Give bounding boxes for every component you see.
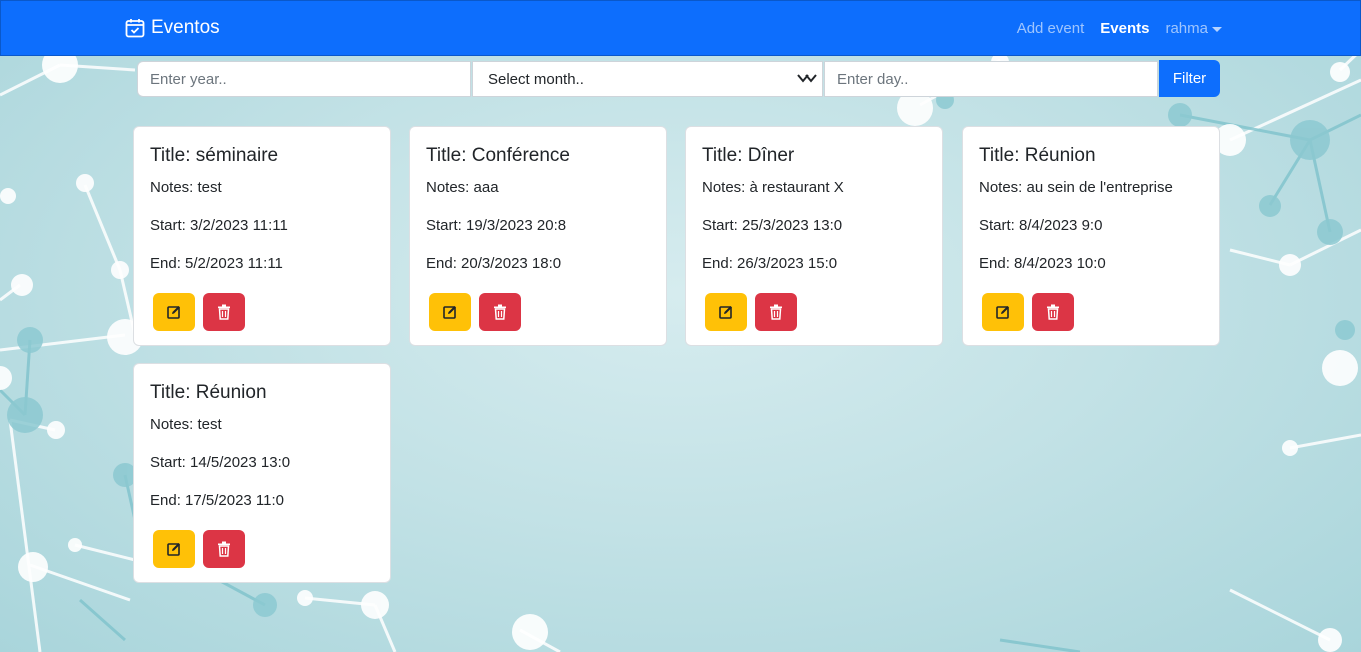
event-notes: Notes: aaa [426,179,499,196]
filter-bar: Select month.. Filter [137,60,1220,97]
filter-button[interactable]: Filter [1159,60,1220,97]
edit-button[interactable] [153,530,195,568]
event-card: Title: séminaire Notes: test Start: 3/2/20… [133,126,391,346]
event-actions [153,293,245,331]
month-select-value: Select month.. [488,70,584,88]
trash-icon [218,304,230,320]
delete-button[interactable] [203,293,245,331]
edit-icon [167,543,180,556]
event-actions [982,293,1074,331]
nav-add-event[interactable]: Add event [1017,20,1085,37]
edit-button[interactable] [705,293,747,331]
event-actions [153,530,245,568]
event-start: Start: 8/4/2023 9:0 [979,217,1103,234]
event-notes: Notes: test [150,179,222,196]
event-start: Start: 25/3/2023 13:0 [702,217,843,234]
chevron-down-icon [797,74,817,83]
delete-button[interactable] [1032,293,1074,331]
trash-icon [218,541,230,557]
event-actions [429,293,521,331]
event-title: Title: Dîner [702,145,795,166]
brand-title: Eventos [151,17,220,38]
event-actions [705,293,797,331]
event-end: End: 5/2/2023 11:11 [150,255,283,272]
trash-icon [1047,304,1059,320]
edit-icon [167,306,180,319]
event-start: Start: 3/2/2023 11:11 [150,217,288,234]
event-start: Start: 19/3/2023 20:8 [426,217,567,234]
event-title: Title: Conférence [426,145,570,166]
caret-down-icon [1212,26,1222,32]
top-navbar: Eventos Add event Events rahma [0,0,1361,56]
nav-links: Add event Events rahma [1017,20,1222,37]
event-title: Title: Réunion [150,382,267,403]
event-notes: Notes: au sein de l'entreprise [979,179,1173,196]
event-card: Title: Conférence Notes: aaa Start: 19/3/2… [409,126,667,346]
event-card: Title: Réunion Notes: au sein de l'entrep… [962,126,1220,346]
event-title: Title: Réunion [979,145,1096,166]
event-start: Start: 14/5/2023 13:0 [150,454,291,471]
edit-icon [443,306,456,319]
edit-button[interactable] [153,293,195,331]
user-dropdown[interactable]: rahma [1165,20,1222,37]
trash-icon [494,304,506,320]
delete-button[interactable] [479,293,521,331]
event-card: Title: Réunion Notes: test Start: 14/5/202… [133,363,391,583]
user-name: rahma [1165,20,1208,37]
edit-button[interactable] [982,293,1024,331]
calendar-check-icon [125,19,145,38]
event-notes: Notes: test [150,416,222,433]
year-input[interactable] [137,61,471,97]
event-title: Title: séminaire [150,145,279,166]
event-end: End: 26/3/2023 15:0 [702,255,838,272]
delete-button[interactable] [755,293,797,331]
edit-icon [719,306,732,319]
event-end: End: 17/5/2023 11:0 [150,492,285,509]
event-end: End: 20/3/2023 18:0 [426,255,562,272]
trash-icon [770,304,782,320]
edit-button[interactable] [429,293,471,331]
event-notes: Notes: à restaurant X [702,179,844,196]
event-end: End: 8/4/2023 10:0 [979,255,1106,272]
brand-link[interactable]: Eventos [125,17,220,39]
month-select[interactable]: Select month.. [472,61,823,97]
event-card: Title: Dîner Notes: à restaurant X Start: … [685,126,943,346]
delete-button[interactable] [203,530,245,568]
nav-events[interactable]: Events [1100,20,1149,37]
edit-icon [996,306,1009,319]
day-input[interactable] [824,61,1158,97]
